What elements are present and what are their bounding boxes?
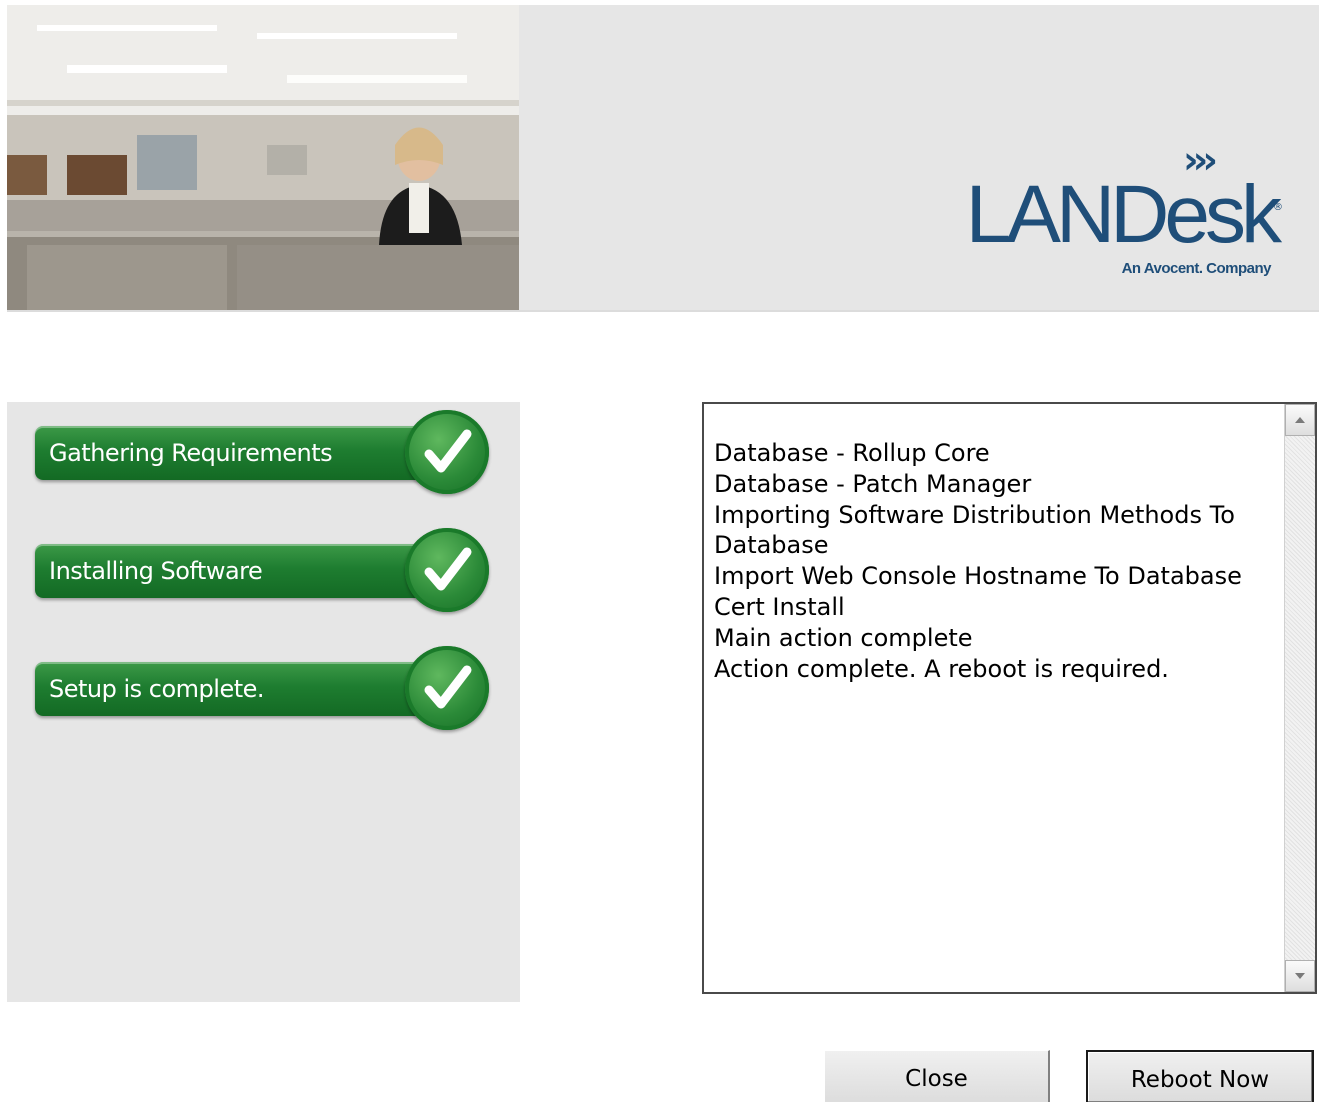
step-label: Gathering Requirements [49,439,333,467]
step-label: Setup is complete. [49,675,265,703]
logo-wordmark: LANDesk [965,169,1282,260]
log-line: Main action complete [714,623,973,652]
step-label: Installing Software [49,557,263,585]
step-setup-complete: Setup is complete. [35,642,490,732]
logo-tagline: An Avocent. Company [1121,260,1272,277]
log-line: Import Web Console Hostname To Database [714,562,1242,591]
checkmark-icon [405,410,489,494]
landesk-logo: ››› LANDesk ® An Avocent. Company [966,140,1283,285]
arrow-up-icon [1295,417,1305,423]
office-photo [7,5,519,310]
progress-steps-panel: Gathering Requirements Installing Softwa… [7,402,520,1002]
log-line: Importing Software Distribution Methods … [714,500,1243,560]
arrow-down-icon [1295,973,1305,979]
reboot-now-button[interactable]: Reboot Now [1086,1050,1314,1102]
checkmark-icon [405,646,489,730]
log-lines: Database - Rollup Core Database - Patch … [714,438,1279,684]
logo-registered-mark: ® [1273,202,1283,213]
header-banner: ››› LANDesk ® An Avocent. Company [7,5,1319,312]
step-installing-software: Installing Software [35,524,490,614]
log-line: Database - Rollup Core [714,439,990,467]
scroll-up-button[interactable] [1285,404,1315,436]
log-line: Database - Patch Manager [714,469,1032,498]
scroll-down-button[interactable] [1285,960,1315,992]
checkmark-icon [405,528,489,612]
install-log-textbox[interactable]: Database - Rollup Core Database - Patch … [702,402,1317,994]
step-gathering-requirements: Gathering Requirements [35,406,490,496]
vertical-scrollbar[interactable] [1284,404,1315,992]
log-line: Action complete. A reboot is required. [714,654,1169,683]
close-button[interactable]: Close [824,1050,1050,1102]
installer-window: ››› LANDesk ® An Avocent. Company Gather… [0,0,1319,1102]
log-line: Cert Install [714,592,845,621]
